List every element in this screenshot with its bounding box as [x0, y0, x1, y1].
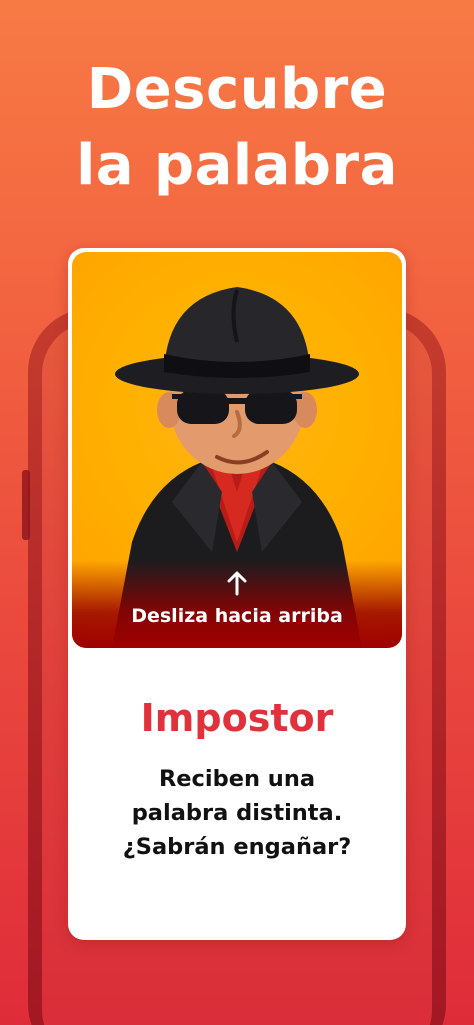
phone-side-button	[22, 470, 30, 540]
headline: Descubre la palabra	[0, 52, 474, 204]
headline-line-1: Descubre	[86, 57, 388, 122]
role-description: Reciben una palabra distinta. ¿Sabrán en…	[90, 762, 384, 864]
role-title: Impostor	[140, 696, 334, 740]
headline-line-2: la palabra	[76, 133, 398, 198]
description-line-1: Reciben una	[158, 766, 316, 792]
arrow-up-icon	[227, 571, 247, 596]
swipe-hint: Desliza hacia arriba	[131, 605, 343, 627]
description-line-2: palabra distinta.	[131, 800, 343, 826]
description-line-3: ¿Sabrán engañar?	[122, 834, 352, 860]
